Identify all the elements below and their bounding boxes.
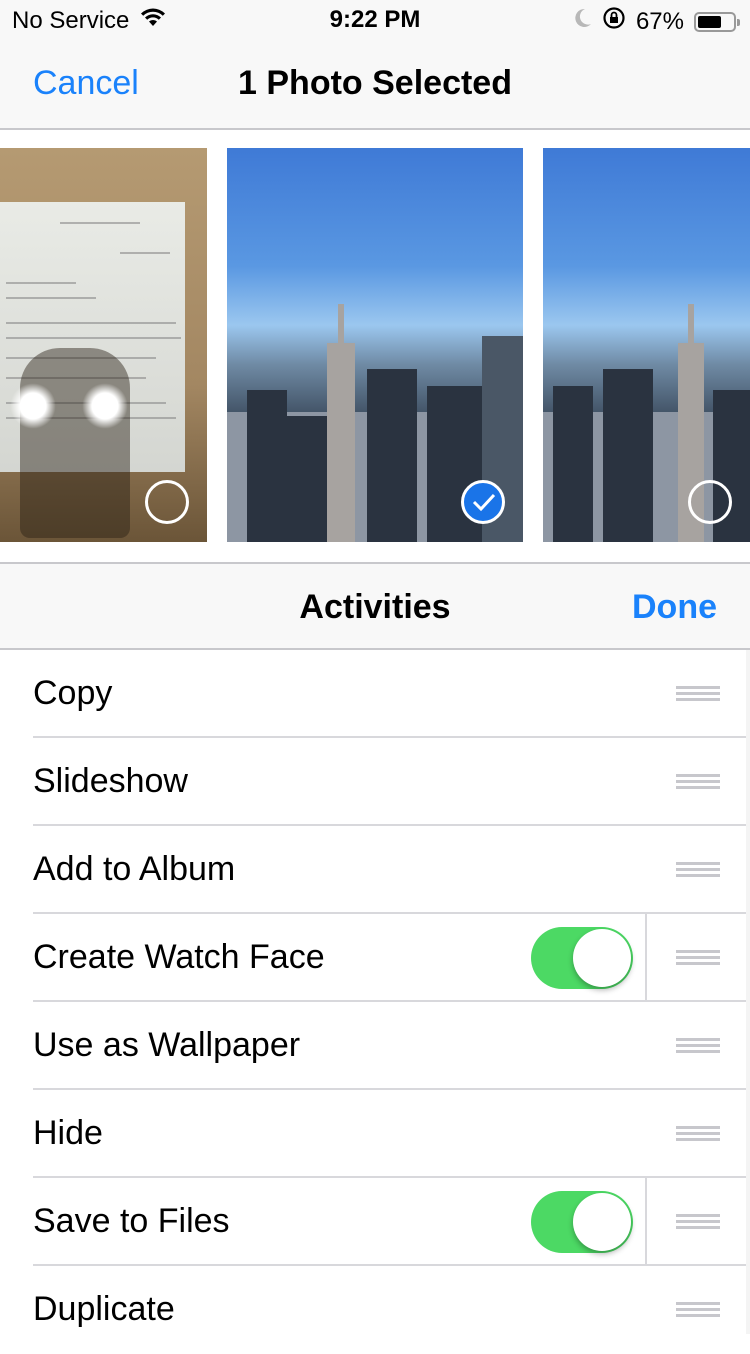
- activity-row[interactable]: Copy: [0, 650, 750, 738]
- moon-icon: [572, 7, 592, 36]
- scroll-edge: [746, 650, 750, 1334]
- divider: [645, 914, 647, 1002]
- cancel-button[interactable]: Cancel: [33, 64, 139, 103]
- activity-label: Hide: [33, 1114, 103, 1152]
- activity-row[interactable]: Hide: [0, 1090, 750, 1178]
- activity-toggle[interactable]: [531, 927, 633, 989]
- activities-list: Copy Slideshow Add to Album Create Watch Fa…: [0, 650, 750, 1354]
- reorder-handle-icon[interactable]: [676, 950, 720, 966]
- toggle-knob: [573, 1193, 631, 1251]
- orientation-lock-icon: [602, 6, 626, 37]
- activity-row[interactable]: Create Watch Face: [0, 914, 750, 1002]
- select-circle[interactable]: [688, 480, 732, 524]
- reorder-handle-icon[interactable]: [676, 1214, 720, 1230]
- activity-row[interactable]: Save to Files: [0, 1178, 750, 1266]
- divider: [645, 1178, 647, 1266]
- reorder-handle-icon[interactable]: [676, 1302, 720, 1318]
- activity-label: Slideshow: [33, 762, 188, 800]
- activity-label: Add to Album: [33, 850, 236, 888]
- activity-label: Use as Wallpaper: [33, 1026, 301, 1064]
- selected-checkmark[interactable]: [461, 480, 505, 524]
- nav-bar: Cancel 1 Photo Selected: [0, 40, 750, 130]
- checkmark-icon: [472, 493, 496, 512]
- status-bar: No Service 9:22 PM 67%: [0, 0, 750, 40]
- reorder-handle-icon[interactable]: [676, 862, 720, 878]
- activity-row[interactable]: Add to Album: [0, 826, 750, 914]
- photo-strip[interactable]: [0, 130, 750, 562]
- reorder-handle-icon[interactable]: [676, 774, 720, 790]
- reorder-handle-icon[interactable]: [676, 686, 720, 702]
- reorder-handle-icon[interactable]: [676, 1038, 720, 1054]
- toggle-knob: [573, 929, 631, 987]
- activity-label: Create Watch Face: [33, 938, 325, 976]
- activity-row[interactable]: Use as Wallpaper: [0, 1002, 750, 1090]
- activity-toggle[interactable]: [531, 1191, 633, 1253]
- activity-label: Duplicate: [33, 1290, 175, 1328]
- reorder-handle-icon[interactable]: [676, 1126, 720, 1142]
- photo-thumbnail-selected[interactable]: [227, 148, 523, 542]
- battery-percent: 67%: [635, 7, 684, 35]
- battery-level: [698, 15, 721, 28]
- battery-icon: [694, 11, 740, 32]
- photo-thumbnail[interactable]: [0, 148, 207, 542]
- photo-thumbnail[interactable]: [543, 148, 750, 542]
- activity-label: Save to Files: [33, 1202, 230, 1240]
- activity-row[interactable]: Slideshow: [0, 738, 750, 826]
- activities-header: Activities Done: [0, 562, 750, 650]
- done-button[interactable]: Done: [632, 588, 717, 627]
- activity-label: Copy: [33, 674, 113, 712]
- activity-row[interactable]: Duplicate: [0, 1266, 750, 1354]
- select-circle[interactable]: [145, 480, 189, 524]
